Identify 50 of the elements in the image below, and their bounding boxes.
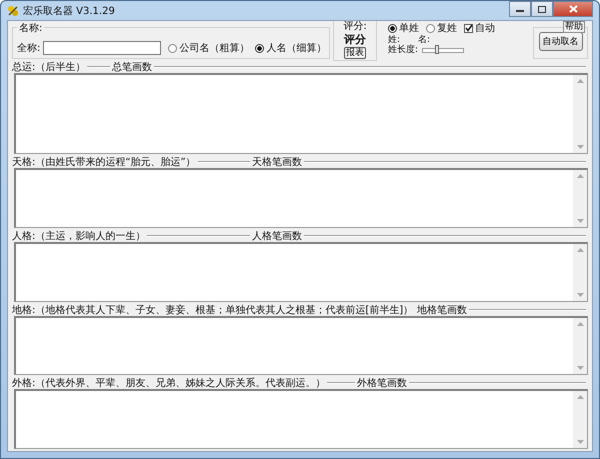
scroll-down-icon: [576, 440, 584, 444]
section-label: 人格:（主运，影响人的一生）: [12, 230, 146, 243]
surname-type-radio[interactable]: 复姓: [426, 21, 457, 35]
scroll-up-icon: [576, 79, 584, 83]
surname-label: 姓:: [388, 35, 400, 45]
scroll-up-icon: [576, 248, 584, 252]
full-name-label: 全称:: [17, 42, 40, 55]
result-text-area[interactable]: [14, 316, 588, 376]
strokes-label: 外格笔画数: [357, 376, 407, 390]
scroll-down-icon: [576, 145, 584, 150]
auto-checkbox[interactable]: 自动: [464, 21, 495, 35]
scroll-up-icon: [576, 395, 584, 400]
full-name-field[interactable]: [43, 41, 162, 55]
strokes-label: 天格笔画数: [252, 156, 302, 170]
close-button[interactable]: [553, 1, 593, 17]
scroll-down-icon: [576, 366, 584, 370]
section-label: 地格:（地格代表其人下辈、子女、妻妾、根基；单独代表其人之根基；代表前运[前半生]）: [12, 304, 414, 317]
result-text-area[interactable]: [14, 242, 588, 302]
minimize-button[interactable]: [509, 1, 531, 17]
scroll-up-icon: [576, 322, 584, 326]
surname-length-slider[interactable]: [422, 48, 464, 52]
maximize-icon: [538, 6, 546, 12]
section-label: 外格:（代表外界、平辈、朋友、兄弟、姊妹之人际关系。代表副运。）: [12, 376, 326, 390]
result-text-area[interactable]: [14, 389, 588, 450]
app-icon: [7, 4, 19, 16]
auto-name-button[interactable]: 自动取名: [538, 32, 582, 51]
score-value: 评分: [344, 33, 366, 46]
result-text-area[interactable]: [14, 168, 588, 228]
strokes-label: 地格笔画数: [417, 304, 468, 317]
slider-thumb[interactable]: [435, 44, 440, 54]
section-label: 总运:（后半生）: [12, 60, 86, 74]
result-text-area[interactable]: [14, 73, 588, 154]
report-button[interactable]: 报表: [344, 47, 366, 59]
close-icon: [568, 5, 578, 13]
surname-length-label: 姓长度:: [388, 45, 418, 55]
surname-type-radio[interactable]: 单姓: [388, 21, 419, 35]
group-label: 名称:: [17, 21, 44, 35]
scroll-down-icon: [576, 218, 584, 223]
name-type-radio[interactable]: 人名（细算）: [255, 41, 326, 55]
strokes-label: 人格笔画数: [252, 230, 302, 243]
name-type-radio[interactable]: 公司名（粗算）: [168, 41, 250, 55]
scroll-up-icon: [576, 174, 584, 178]
section-label: 天格:（由姓氏带来的运程“胎元、胎运”）: [12, 156, 196, 170]
window-title: 宏乐取名器 V3.1.29: [23, 4, 115, 18]
given-name-label: 名:: [418, 35, 430, 45]
strokes-label: 总笔画数: [112, 60, 152, 74]
maximize-button[interactable]: [531, 1, 553, 17]
help-button[interactable]: 帮助: [563, 21, 585, 33]
scroll-down-icon: [576, 292, 584, 297]
score-label: 评分:: [343, 21, 367, 32]
